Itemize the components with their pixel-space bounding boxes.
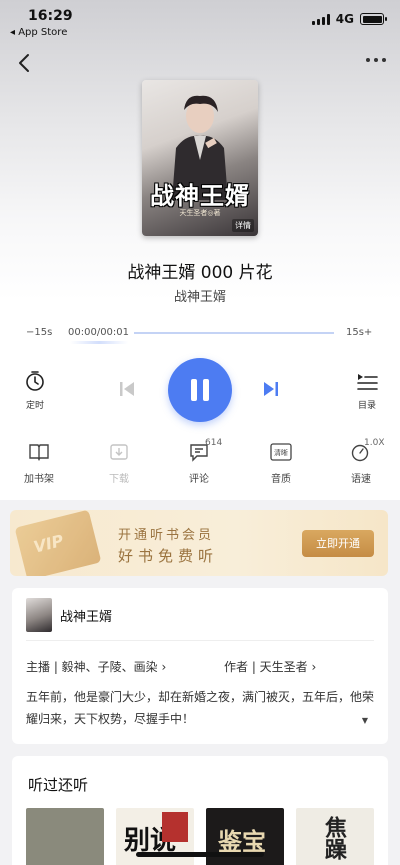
back-to-app-store-link[interactable]: ◂ App Store xyxy=(10,27,67,38)
playlist-icon xyxy=(357,374,378,390)
recommendation-section: 听过还听 别说 鉴宝 焦躁 xyxy=(12,756,388,865)
quality-label: 音质 xyxy=(271,474,291,485)
status-bar: 16:29 ◂ App Store 4G xyxy=(0,0,400,42)
quality-icon: 清晰 xyxy=(270,443,292,461)
recommend-item[interactable]: 焦躁 xyxy=(296,808,374,865)
progress-highlight xyxy=(70,341,128,344)
progress-slider[interactable] xyxy=(134,332,334,334)
pause-icon xyxy=(191,379,197,401)
book-name[interactable]: 战神王婿 xyxy=(60,606,112,625)
vip-subscribe-button[interactable]: 立即开通 xyxy=(302,530,374,557)
speed-value: 1.0X xyxy=(364,438,385,448)
author-link[interactable]: 作者 | 天生圣者 › xyxy=(224,658,316,675)
header-background xyxy=(0,0,400,500)
host-link[interactable]: 主播 | 毅神、子陵、画染 › xyxy=(26,658,166,675)
timer-button[interactable]: 定时 xyxy=(20,370,50,411)
home-indicator xyxy=(136,852,264,857)
track-subtitle[interactable]: 战神王婿 xyxy=(0,286,400,305)
quality-icon-text: 清晰 xyxy=(274,448,288,457)
skip-back-15-button[interactable]: −15s xyxy=(26,327,52,338)
back-icon[interactable] xyxy=(14,52,36,74)
recommend-item[interactable] xyxy=(26,808,104,865)
speed-label: 语速 xyxy=(351,474,371,485)
time-display: 00:00/00:01 xyxy=(68,327,130,338)
cover-author: 天生圣者◎著 xyxy=(179,209,221,217)
status-time: 16:29 xyxy=(28,8,73,24)
playlist-button[interactable]: 目录 xyxy=(352,372,382,411)
playback-speed-button[interactable]: 1.0X 语速 xyxy=(336,438,386,485)
seal-mark xyxy=(162,812,188,842)
download-label: 下载 xyxy=(109,474,129,485)
vip-line1: 开通听书会员 xyxy=(118,528,215,543)
vip-card-text: VIP xyxy=(31,530,66,557)
book-cover[interactable]: 战神王婿 天生圣者◎著 详情 xyxy=(142,80,258,236)
comments-label: 评论 xyxy=(189,474,209,485)
section-title: 听过还听 xyxy=(28,776,89,794)
book-thumbnail[interactable] xyxy=(26,598,52,632)
recommend-item-text: 焦躁 xyxy=(321,816,347,860)
previous-track-icon[interactable] xyxy=(118,380,136,402)
progress-row: −15s 00:00/00:01 15s+ xyxy=(0,324,400,344)
bookshelf-label: 加书架 xyxy=(24,474,54,485)
audio-quality-button[interactable]: 清晰 音质 xyxy=(256,442,306,485)
cover-detail-label[interactable]: 详情 xyxy=(232,219,254,232)
expand-description-icon[interactable]: ▼ xyxy=(362,716,368,725)
skip-forward-15-button[interactable]: 15s+ xyxy=(346,327,372,338)
status-indicators: 4G xyxy=(311,12,387,26)
vip-card-icon: VIP xyxy=(14,510,102,576)
signal-icon xyxy=(311,13,330,25)
bookshelf-icon xyxy=(29,444,49,461)
vip-line2: 好书免费听 xyxy=(118,547,219,565)
book-description: 五年前，他是豪门大少，却在新婚之夜，满门被灭，五年后，他荣耀归来，天下权势，尽握… xyxy=(26,690,375,726)
add-to-bookshelf-button[interactable]: 加书架 xyxy=(14,442,64,485)
comments-count: 614 xyxy=(205,438,223,448)
player-controls: 定时 目录 xyxy=(0,358,400,422)
playlist-label: 目录 xyxy=(357,401,376,411)
vip-banner[interactable]: VIP 开通听书会员 好书免费听 立即开通 xyxy=(10,510,388,576)
timer-icon xyxy=(26,371,44,391)
more-options-icon[interactable] xyxy=(366,58,386,62)
download-icon xyxy=(110,444,128,460)
battery-icon xyxy=(360,13,387,25)
download-button[interactable]: 下载 xyxy=(94,442,144,485)
next-track-icon[interactable] xyxy=(262,380,280,402)
divider xyxy=(26,640,374,641)
comments-button[interactable]: 614 评论 xyxy=(174,438,224,485)
cover-title: 战神王婿 xyxy=(150,181,250,210)
network-type: 4G xyxy=(335,12,354,26)
action-row: 加书架 下载 614 评论 清晰 音质 1.0X 语速 xyxy=(0,438,400,486)
book-info-card: 战神王婿 主播 | 毅神、子陵、画染 › 作者 | 天生圣者 › 五年前，他是豪… xyxy=(12,588,388,744)
track-title: 战神王婿 000 片花 xyxy=(127,263,273,283)
pause-button[interactable] xyxy=(168,358,232,422)
timer-label: 定时 xyxy=(25,401,44,411)
